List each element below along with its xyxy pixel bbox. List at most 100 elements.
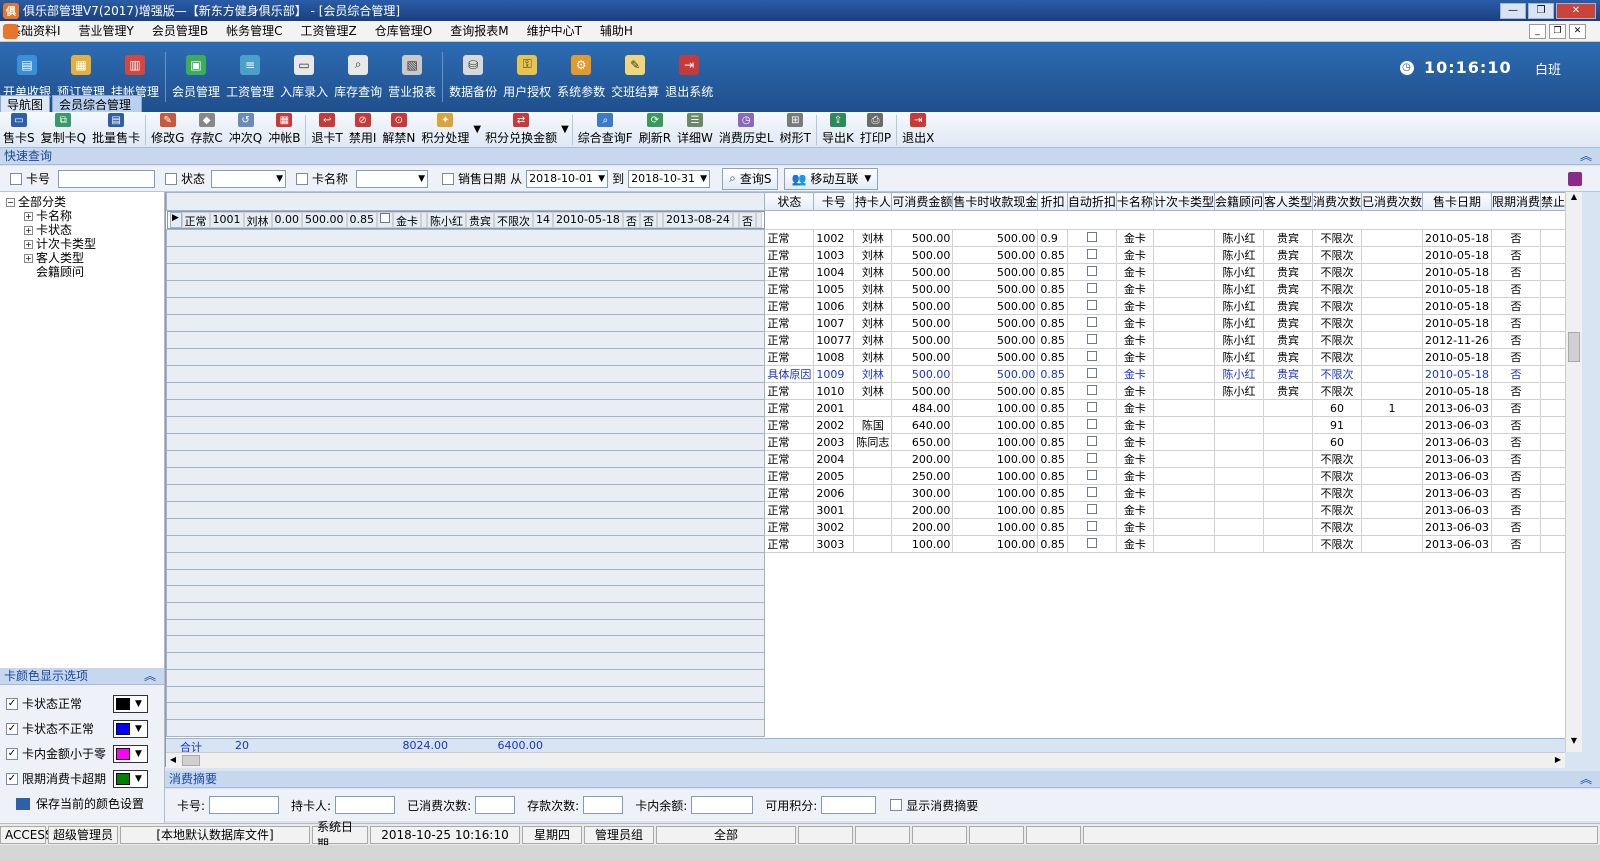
table-cell[interactable]	[1262, 450, 1313, 468]
table-cell[interactable]: 500.00	[952, 365, 1039, 383]
refresh-button[interactable]: ⟳ 刷新R	[636, 112, 674, 148]
table-cell[interactable]: 贵宾	[1262, 246, 1313, 264]
row-indicator[interactable]	[166, 467, 766, 485]
table-cell[interactable]: 陈小红	[427, 211, 466, 229]
table-cell[interactable]: 金卡	[1115, 280, 1154, 298]
row-indicator[interactable]	[166, 297, 766, 315]
table-cell[interactable]: 0.85	[1037, 450, 1068, 468]
table-cell[interactable]: 1005	[813, 280, 855, 298]
color-picker[interactable]: ▼	[113, 769, 148, 788]
table-cell[interactable]: 否	[1539, 501, 1565, 519]
table-cell[interactable]: 否	[1490, 416, 1541, 434]
table-cell[interactable]: 不限次	[1311, 467, 1363, 485]
table-cell[interactable]	[853, 450, 893, 468]
row-indicator[interactable]: ▶	[169, 211, 182, 229]
menu-business[interactable]: 营业管理Y	[70, 21, 143, 42]
table-cell[interactable]: 正常	[764, 416, 815, 434]
expand-icon[interactable]: +	[24, 211, 33, 221]
table-cell[interactable]: 陈小红	[1213, 331, 1264, 349]
table-cell[interactable]: 1003	[813, 246, 855, 264]
table-cell[interactable]: 否	[1490, 331, 1541, 349]
table-cell[interactable]: 500.00	[891, 314, 954, 332]
table-cell[interactable]: 刘林	[853, 365, 893, 383]
tree-node-all[interactable]: − 全部分类	[6, 195, 164, 209]
table-cell[interactable]	[1360, 297, 1424, 315]
row-indicator[interactable]	[166, 348, 766, 366]
table-cell[interactable]: 正常	[764, 348, 815, 366]
table-cell[interactable]: 500.00	[952, 280, 1039, 298]
table-cell[interactable]: 金卡	[1115, 246, 1154, 264]
card-no-checkbox[interactable]	[10, 172, 22, 185]
table-cell[interactable]: 0.85	[1037, 263, 1068, 281]
table-cell[interactable]	[1066, 416, 1117, 434]
table-cell[interactable]	[1213, 450, 1264, 468]
tree-node-count-card-type[interactable]: + 计次卡类型	[6, 237, 164, 251]
card-name-select[interactable]: ▼	[356, 169, 429, 188]
deposit-button[interactable]: ◆ 存款C	[187, 112, 225, 148]
table-cell[interactable]: 10077	[813, 331, 855, 349]
table-cell[interactable]: 金卡	[1115, 501, 1154, 519]
table-cell[interactable]: 2013-06-03	[1422, 433, 1492, 451]
table-cell[interactable]: 不限次	[1311, 382, 1363, 400]
table-cell[interactable]: 640.00	[891, 416, 954, 434]
tab-member-management[interactable]: 会员综合管理	[52, 95, 143, 113]
table-cell[interactable]	[853, 484, 893, 502]
table-cell[interactable]: 500.00	[891, 263, 954, 281]
table-cell[interactable]: 不限次	[1311, 246, 1363, 264]
table-cell[interactable]: 500.00	[891, 348, 954, 366]
table-cell[interactable]: 100.00	[952, 484, 1039, 502]
table-cell[interactable]	[1152, 467, 1215, 485]
auto-discount-checkbox[interactable]	[1086, 435, 1097, 446]
table-cell[interactable]: 刘林	[853, 246, 893, 264]
column-header[interactable]: 卡号	[813, 192, 855, 211]
table-cell[interactable]: 否	[1539, 297, 1565, 315]
table-cell[interactable]: 2010-05-18	[1422, 365, 1492, 383]
table-cell[interactable]: 刘林	[853, 297, 893, 315]
table-cell[interactable]: 500.00	[891, 229, 954, 247]
menu-member[interactable]: 会员管理B	[143, 21, 217, 42]
tree-view-button[interactable]: ⊞ 树形T	[777, 112, 814, 148]
table-cell[interactable]	[1360, 450, 1424, 468]
table-cell[interactable]: 正常	[764, 382, 815, 400]
table-cell[interactable]: 2010-05-18	[1422, 229, 1492, 247]
table-cell[interactable]: 否	[1539, 433, 1565, 451]
date-from-picker[interactable]: 2018-10-01 ▼	[526, 169, 609, 188]
table-cell[interactable]	[1360, 484, 1424, 502]
auto-discount-checkbox[interactable]	[1086, 418, 1097, 429]
table-cell[interactable]: 否	[1490, 365, 1541, 383]
auto-discount-checkbox[interactable]	[1086, 265, 1097, 276]
table-row[interactable]: 正常 2003 陈同志 650.00 100.00 0.85 金卡 60 2013-06-03 否…	[166, 433, 1565, 451]
table-cell[interactable]	[1360, 416, 1424, 434]
table-cell[interactable]: 贵宾	[1262, 348, 1313, 366]
copy-card-button[interactable]: ⧉ 复制卡Q	[38, 112, 89, 148]
table-cell[interactable]: 陈小红	[1213, 297, 1264, 315]
comprehensive-query-button[interactable]: ⌕ 综合查询F	[575, 112, 636, 148]
column-header[interactable]: 限期消费	[1490, 192, 1541, 211]
table-cell[interactable]: 2013-08-24	[662, 211, 733, 229]
tree-node-card-status[interactable]: + 卡状态	[6, 223, 164, 237]
table-cell[interactable]: 0.85	[1037, 416, 1068, 434]
table-cell[interactable]	[1066, 229, 1117, 247]
table-cell[interactable]: 正常	[764, 433, 815, 451]
table-cell[interactable]: 否	[1490, 314, 1541, 332]
table-cell[interactable]: 否	[1490, 263, 1541, 281]
table-cell[interactable]: 0.85	[1037, 382, 1068, 400]
table-cell[interactable]	[853, 501, 893, 519]
table-cell[interactable]: 刘林	[853, 314, 893, 332]
table-cell[interactable]: 500.00	[952, 263, 1039, 281]
table-cell[interactable]	[1066, 399, 1117, 417]
table-cell[interactable]	[853, 518, 893, 536]
table-cell[interactable]	[1152, 348, 1215, 366]
table-cell[interactable]: 500.00	[952, 314, 1039, 332]
table-cell[interactable]	[1152, 280, 1215, 298]
table-cell[interactable]: 不限次	[1311, 535, 1363, 553]
table-cell[interactable]: 300.00	[891, 484, 954, 502]
table-cell[interactable]: 否	[1539, 246, 1565, 264]
color-option-checkbox[interactable]: ✓	[6, 747, 18, 760]
table-cell[interactable]	[1360, 382, 1424, 400]
points-exchange-button[interactable]: ⇄ 积分兑换金额	[482, 112, 560, 148]
table-cell[interactable]	[1360, 433, 1424, 451]
table-cell[interactable]	[1152, 399, 1215, 417]
table-cell[interactable]: 陈小红	[1213, 263, 1264, 281]
table-cell[interactable]: 2005	[813, 467, 855, 485]
